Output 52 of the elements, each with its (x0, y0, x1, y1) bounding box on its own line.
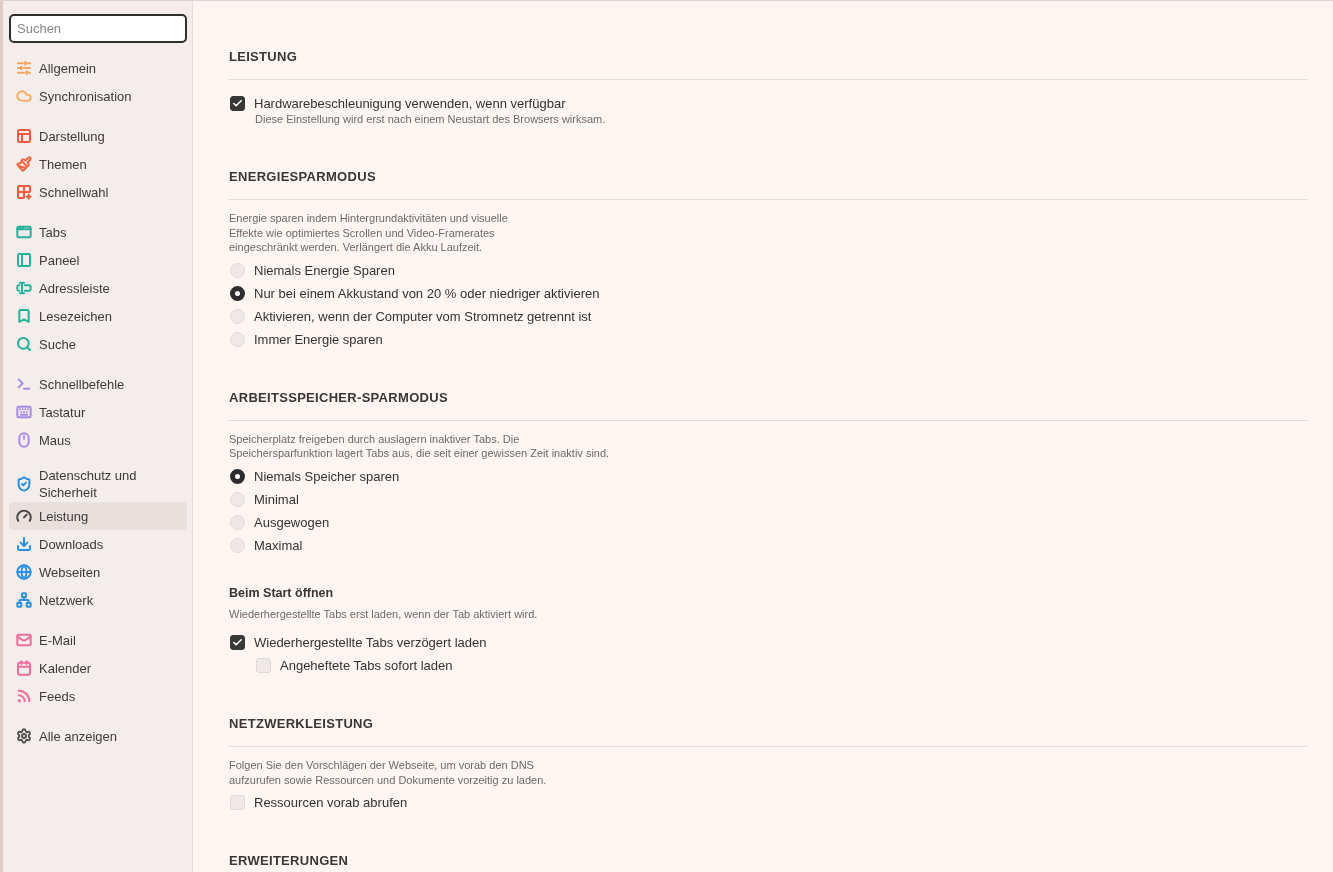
sidebar-item[interactable]: Kalender (9, 654, 187, 682)
section-heading: ENERGIESPARMODUS (229, 168, 1307, 200)
description-text: Energie sparen indem Hintergrundaktivitäten und visuelle Effekte wie optimiertes Scrollen und Video-Framerates eingeschränkt werden. Verlängert die Akku Laufzeit. (229, 211, 509, 255)
radio-label: Nur bei einem Akkustand von 20 % oder niedriger aktivieren (254, 285, 600, 301)
sidebar-item[interactable]: Adressleiste (9, 274, 187, 302)
radio-label: Niemals Energie Sparen (254, 262, 395, 278)
radio-button[interactable] (230, 285, 245, 301)
sidebar-item[interactable]: Lesezeichen (9, 302, 187, 330)
sidebar-item[interactable]: Downloads (9, 530, 187, 558)
subsection-title: Beim Start öffnen (229, 584, 335, 601)
checkbox-label: Wiederhergestellte Tabs verzögert laden (254, 635, 487, 650)
sidebar-item[interactable]: Schnellbefehle (9, 370, 187, 398)
sidebar-item[interactable]: Tastatur (9, 398, 187, 426)
description-text: Wiederhergestellte Tabs erst laden, wenn der Tab aktiviert wird. (229, 606, 539, 621)
sidebar-item[interactable]: Suche (9, 330, 187, 358)
sidebar-item[interactable]: Webseiten (9, 558, 187, 586)
sidebar-item[interactable]: Leistung (9, 502, 187, 530)
checkbox-label: Ressourcen vorab abrufen (254, 795, 408, 810)
description-text: Folgen Sie den Vorschlägen der Webseite, um vorab den DNS aufzurufen sowie Ressourcen und Dokumente vorzeitig zu laden. (229, 758, 548, 787)
radio-label: Ausgewogen (254, 514, 330, 530)
checkbox-label: Hardwarebeschleunigung verwenden, wenn verfügbar (254, 96, 566, 111)
sidebar-item[interactable]: Netzwerk (9, 586, 187, 614)
radio-label: Aktivieren, wenn der Computer vom Stromnetz getrennt ist (254, 308, 592, 324)
radio-label: Immer Energie sparen (254, 331, 383, 347)
section-heading: ARBEITSSPEICHER-SPARMODUS (229, 388, 1307, 421)
sidebar-item[interactable]: Themen (9, 150, 187, 178)
sidebar-item[interactable]: Allgemein (9, 54, 187, 82)
radio-button[interactable] (230, 468, 245, 484)
sidebar-item[interactable]: Darstellung (9, 122, 187, 150)
tick-icon (232, 98, 243, 109)
section-heading: ERWEITERUNGEN (229, 852, 1307, 872)
radio-label: Minimal (254, 491, 299, 507)
sidebar-item[interactable]: Schnellwahl (9, 178, 187, 206)
checkbox[interactable] (230, 96, 245, 111)
section-heading: NETZWERKLEISTUNG (229, 715, 1307, 747)
section-heading: LEISTUNG (229, 48, 1307, 80)
tick-icon (232, 637, 243, 648)
description-text: Speicherplatz freigeben durch auslagern inaktiver Tabs. Die Speichersparfunktion lagert Tabs aus, die seit einer gewissen Zeit inaktiv sind. (229, 431, 611, 461)
checkbox-label: Angeheftete Tabs sofort laden (280, 658, 453, 673)
search-field[interactable]: Suchen (9, 14, 187, 43)
sidebar-item[interactable]: Alle anzeigen (9, 722, 187, 750)
sidebar-item[interactable]: Paneel (9, 246, 187, 274)
checkbox[interactable] (230, 635, 245, 650)
sidebar-item[interactable]: Synchronisation (9, 82, 187, 110)
radio-label: Niemals Speicher sparen (254, 468, 400, 484)
sidebar-item[interactable]: Datenschutz und Sicherheit (9, 466, 187, 502)
sidebar-item[interactable]: Feeds (9, 682, 187, 710)
sidebar-item[interactable]: Tabs (9, 218, 187, 246)
hint-text: Diese Einstellung wird erst nach einem Neustart des Browsers wirksam. (255, 112, 607, 126)
radio-label: Maximal (254, 537, 303, 553)
sidebar-item[interactable]: Maus (9, 426, 187, 454)
sidebar-item[interactable]: E-Mail (9, 626, 187, 654)
